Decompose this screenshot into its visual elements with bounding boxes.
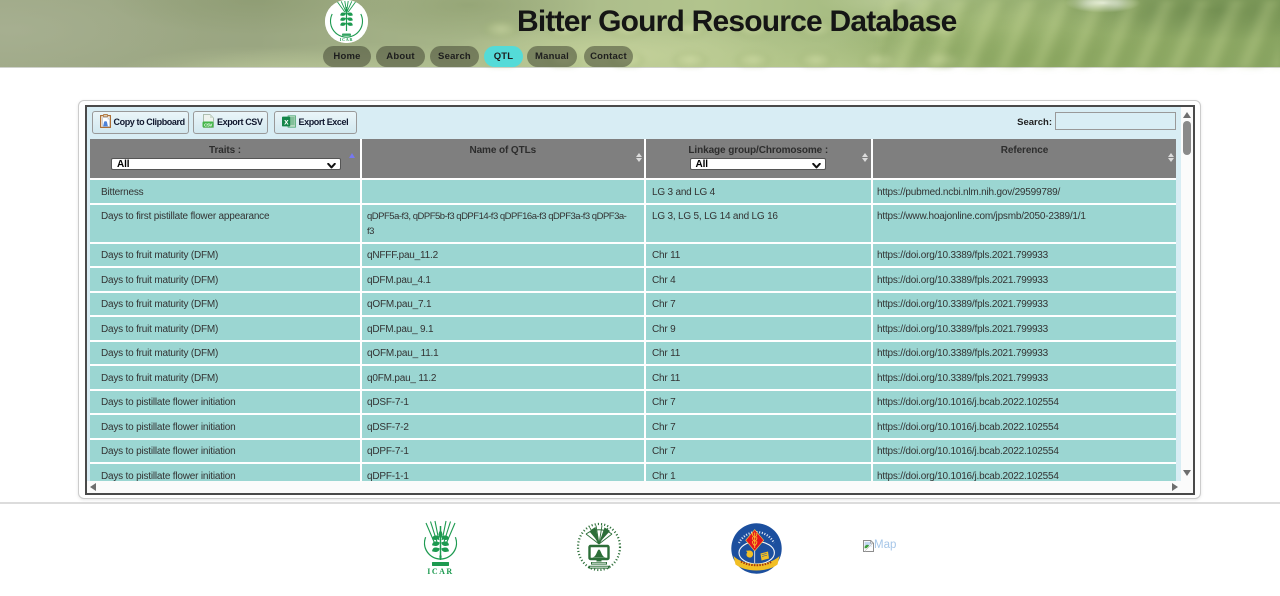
svg-text:ICAR: ICAR bbox=[340, 37, 354, 42]
svg-text:ICAR: ICAR bbox=[427, 567, 453, 576]
svg-text:CSV: CSV bbox=[204, 122, 212, 127]
